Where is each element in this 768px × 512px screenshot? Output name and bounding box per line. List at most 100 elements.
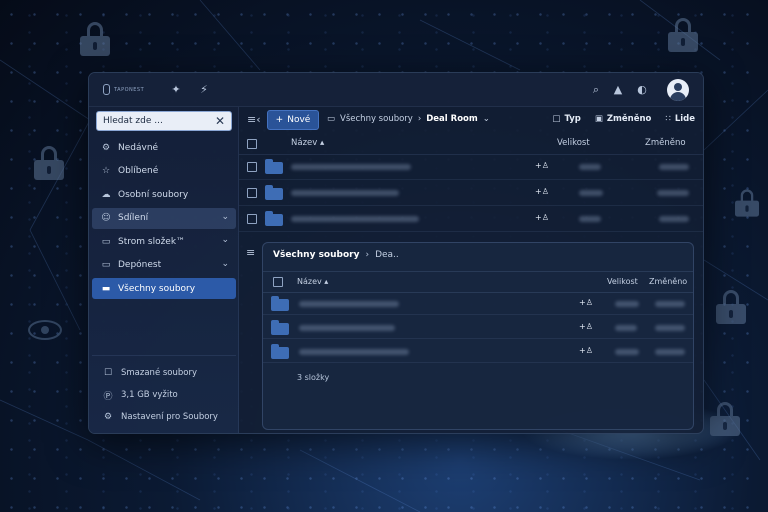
- table-row[interactable]: +♙: [239, 181, 703, 206]
- files-settings-link[interactable]: ⚙ Nastavení pro Soubory: [92, 406, 236, 428]
- gear-icon: ⚙: [103, 412, 113, 422]
- sidebar-item-sharing[interactable]: ☺ Sdílení ⌄: [92, 207, 236, 229]
- folder-icon: ▭: [327, 114, 336, 124]
- table-header: Název ▴ Velikost Změněno: [239, 133, 703, 155]
- redacted-date: [659, 216, 689, 222]
- type-filter[interactable]: □ Typ: [552, 114, 580, 124]
- sidebar-item-label: Depónest: [118, 260, 162, 270]
- lightning-icon[interactable]: ⚡︎: [197, 83, 211, 97]
- column-name[interactable]: Název ▴: [291, 138, 324, 148]
- search-input[interactable]: Hledat zde ... ✕: [96, 111, 232, 131]
- sidebar-item-label: Osobní soubory: [118, 189, 189, 200]
- redacted-name: [291, 216, 419, 222]
- chevron-right-icon: ›: [417, 114, 422, 124]
- new-button[interactable]: + Nové: [267, 110, 319, 130]
- redacted-name: [291, 190, 399, 196]
- footer-label: Nastavení pro Soubory: [121, 412, 218, 422]
- logo-text: TAPONEST: [114, 86, 145, 93]
- modified-filter-label: Změněno: [606, 114, 652, 124]
- search-icon[interactable]: ⌕: [589, 83, 603, 97]
- breadcrumb: ▭ Všechny soubory › Deal Room ⌄: [327, 114, 490, 124]
- bell-icon[interactable]: ▲: [611, 83, 625, 97]
- row-checkbox[interactable]: [247, 214, 257, 224]
- gear-icon: ⚙: [101, 142, 111, 153]
- folder-icon: ▬: [101, 283, 111, 294]
- toolbar-filters: □ Typ ▣ Změněno ∷ Lide: [552, 114, 695, 124]
- redacted-name: [291, 164, 411, 170]
- row-checkbox[interactable]: [247, 162, 257, 172]
- sidebar-item-label: Nedávné: [118, 142, 159, 153]
- calendar-icon: ▣: [594, 114, 603, 124]
- toolbar: ≡‹ + Nové ▭ Všechny soubory › Deal Room …: [239, 107, 703, 133]
- sort-up-icon: ▴: [320, 138, 325, 148]
- sidebar-item-label: Strom složek™: [118, 236, 186, 247]
- people-filter[interactable]: ∷ Lide: [665, 114, 695, 124]
- redacted-size: [579, 190, 603, 196]
- column-modified[interactable]: Změněno: [645, 138, 686, 148]
- search-input-value: Hledat zde ...: [103, 116, 163, 126]
- cloud-icon: ☁: [101, 189, 111, 200]
- share-icon: ☺: [101, 213, 111, 223]
- chevron-down-icon[interactable]: ⌄: [483, 114, 490, 124]
- folder-icon: ▭: [101, 236, 111, 247]
- collapse-sidebar-icon[interactable]: ≡‹: [247, 113, 261, 126]
- folder-icon: [265, 211, 283, 226]
- lock-icon: [735, 189, 759, 217]
- lock-icon: [80, 22, 110, 56]
- sidebar-item-personal-files[interactable]: ☁ Osobní soubory: [92, 184, 236, 205]
- redacted-size: [579, 216, 601, 222]
- lock-icon: [716, 290, 746, 324]
- select-all-checkbox[interactable]: [247, 139, 257, 149]
- app-logo[interactable]: TAPONEST: [103, 84, 144, 95]
- folder-icon: [265, 185, 283, 200]
- sidebar-footer: ☐ Smazané soubory Ⓟ 3,1 GB vyžito ⚙ Nast…: [92, 355, 236, 428]
- share-user-icon[interactable]: +♙: [535, 161, 549, 170]
- sidebar-item-all-files[interactable]: ▬ Všechny soubory: [92, 278, 236, 299]
- footer-label: Smazané soubory: [121, 368, 198, 378]
- row-checkbox[interactable]: [247, 188, 257, 198]
- sidebar-nav: ⚙ Nedávné ☆ Oblíbené ☁ Osobní soubory ☺ …: [92, 137, 236, 302]
- share-user-icon[interactable]: +♙: [535, 187, 549, 196]
- avatar[interactable]: [667, 79, 689, 101]
- storage-icon: Ⓟ: [103, 391, 113, 402]
- modified-filter[interactable]: ▣ Změněno: [595, 114, 652, 124]
- logo-icon: [103, 84, 110, 95]
- sidebar-item-label: Oblíbené: [118, 166, 159, 176]
- folder-icon: [265, 159, 283, 174]
- eye-icon: [28, 320, 62, 340]
- sidebar-item-deponest[interactable]: ▭ Depónest ⌄: [92, 255, 236, 276]
- sidebar-item-folder-tree[interactable]: ▭ Strom složek™ ⌄: [92, 231, 236, 252]
- globe-icon[interactable]: ◐: [635, 83, 649, 97]
- plus-icon: +: [275, 115, 284, 125]
- folder-icon: ▭: [101, 260, 111, 270]
- footer-label: 3,1 GB vyžito: [121, 390, 178, 400]
- column-name-label: Název: [291, 138, 318, 148]
- storage-usage: Ⓟ 3,1 GB vyžito: [92, 384, 236, 406]
- sidebar-item-recent[interactable]: ⚙ Nedávné: [92, 137, 236, 158]
- close-icon[interactable]: ✕: [215, 115, 225, 127]
- sidebar-item-favorites[interactable]: ☆ Oblíbené: [92, 161, 236, 182]
- deleted-files-link[interactable]: ☐ Smazané soubory: [92, 362, 236, 384]
- chevron-down-icon[interactable]: ⌄: [221, 212, 229, 222]
- table-row[interactable]: +♙: [239, 207, 703, 232]
- lock-icon: [668, 18, 698, 52]
- grid-icon: ∷: [665, 114, 671, 124]
- table-row[interactable]: +♙: [239, 155, 703, 180]
- column-size[interactable]: Velikost: [557, 138, 590, 148]
- top-bar: TAPONEST ✦ ⚡︎ ⌕ ▲ ◐: [89, 73, 703, 107]
- lock-icon: [34, 146, 64, 180]
- share-user-icon[interactable]: +♙: [535, 213, 549, 222]
- type-filter-label: Typ: [564, 114, 581, 124]
- pin-icon[interactable]: ✦: [169, 83, 183, 97]
- breadcrumb-root[interactable]: Všechny soubory: [340, 114, 413, 124]
- main-content: ≡‹ + Nové ▭ Všechny soubory › Deal Room …: [239, 107, 703, 433]
- sidebar-item-label: Sdílení: [118, 213, 149, 223]
- file-manager-window: TAPONEST ✦ ⚡︎ ⌕ ▲ ◐ Hledat zde ... ✕ ⚙ N…: [88, 72, 704, 434]
- new-button-label: Nové: [287, 115, 311, 125]
- file-icon: □: [552, 114, 561, 124]
- breadcrumb-current[interactable]: Deal Room: [426, 114, 478, 124]
- redacted-date: [657, 190, 689, 196]
- redacted-size: [579, 164, 601, 170]
- chevron-down-icon[interactable]: ⌄: [221, 235, 229, 245]
- chevron-down-icon[interactable]: ⌄: [221, 259, 229, 269]
